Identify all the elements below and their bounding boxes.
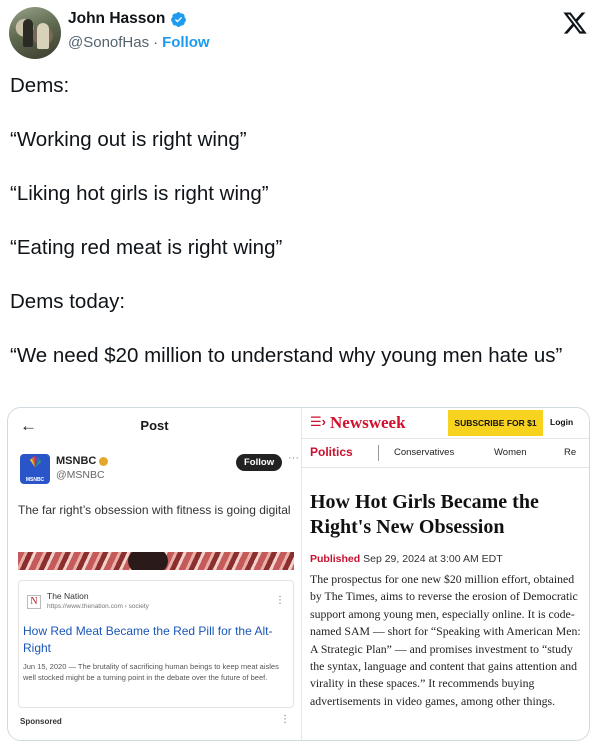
avatar-figure (37, 23, 49, 49)
source-name: The Nation (47, 591, 89, 601)
x-logo-icon[interactable] (562, 10, 588, 36)
more-options-icon: ··· (288, 452, 299, 464)
post-topbar: ← Post (8, 408, 301, 444)
card-headline: How Red Meat Became the Red Pill for the… (23, 624, 273, 655)
msnbc-logo-tag: MSNBC (25, 477, 45, 483)
nav-divider (378, 445, 379, 461)
author-handle[interactable]: @SonofHas (68, 34, 149, 51)
author-handle-row: @SonofHas · Follow (68, 34, 210, 51)
post-image (18, 552, 294, 570)
author-avatar[interactable] (9, 7, 61, 59)
sponsored-menu-icon: ⋮ (280, 714, 290, 725)
post-follow-button: Follow (236, 454, 283, 471)
published-date: Sep 29, 2024 at 3:00 AM EDT (363, 553, 503, 565)
newsweek-logo: Newsweek (330, 413, 406, 432)
verified-badge-icon (171, 11, 187, 27)
avatar-figure (23, 19, 33, 47)
article-body: The prospectus for one new $20 million e… (310, 572, 581, 708)
subscribe-button: SUBSCRIBE FOR $1 (448, 410, 543, 436)
author-name-row: John Hasson (68, 10, 187, 28)
tweet-paragraph: Dems: (10, 74, 70, 97)
tweet-media[interactable]: ← Post MSNBC MSNBC @MSNBC Follow ··· The… (7, 407, 590, 741)
media-right-newsweek-screenshot: ☰› Newsweek SUBSCRIBE FOR $1 Login Polit… (302, 408, 589, 740)
post-account-handle: @MSNBC (56, 469, 105, 481)
card-menu-icon: ⋮ (275, 595, 285, 606)
sponsored-label: Sponsored (20, 717, 62, 726)
follow-button[interactable]: Follow (162, 34, 210, 51)
published-label: Published (310, 553, 361, 565)
tweet-paragraph: “Eating red meat is right wing” (10, 236, 283, 259)
tweet-paragraph: Dems today: (10, 290, 126, 313)
login-link: Login (550, 417, 574, 427)
post-account-name: MSNBC (56, 455, 97, 467)
nav-item-women: Women (494, 447, 527, 458)
gold-badge-icon (99, 456, 109, 466)
media-left-post-screenshot: ← Post MSNBC MSNBC @MSNBC Follow ··· The… (8, 408, 302, 740)
tweet-header: John Hasson @SonofHas · Follow (8, 4, 590, 60)
nav-item-conservatives: Conservatives (394, 447, 455, 458)
tweet-paragraph: “Working out is right wing” (10, 128, 247, 151)
newsweek-topbar: ☰› Newsweek SUBSCRIBE FOR $1 Login (302, 408, 589, 438)
sponsored-link-card: N The Nation https://www.thenation.com ›… (18, 580, 294, 708)
nav-item-truncated: Re (564, 447, 577, 458)
newsweek-nav: Politics Conservatives Women Re (302, 438, 589, 468)
peacock-icon (29, 456, 41, 468)
post-title: Post (140, 418, 169, 433)
tweet-paragraph: “Liking hot girls is right wing” (10, 182, 269, 205)
article-published: Published Sep 29, 2024 at 3:00 AM EDT (310, 553, 503, 565)
tweet-text: Dems: “Working out is right wing” “Likin… (10, 72, 590, 369)
source-url: https://www.thenation.com › society (47, 603, 149, 610)
source-logo-icon: N (27, 595, 41, 609)
nav-item-politics: Politics (310, 445, 353, 459)
post-account-name-row: MSNBC (56, 455, 109, 467)
separator-dot: · (153, 34, 159, 51)
msnbc-peacock-logo-icon: MSNBC (20, 454, 50, 484)
menu-icon: ☰› (310, 414, 326, 429)
author-name[interactable]: John Hasson (68, 10, 165, 28)
post-text: The far right’s obsession with fitness i… (18, 503, 291, 517)
tweet-paragraph: “We need $20 million to understand why y… (10, 344, 563, 367)
article-headline: How Hot Girls Became the Right's New Obs… (310, 491, 539, 538)
card-description: Jun 15, 2020 — The brutality of sacrific… (23, 662, 279, 682)
